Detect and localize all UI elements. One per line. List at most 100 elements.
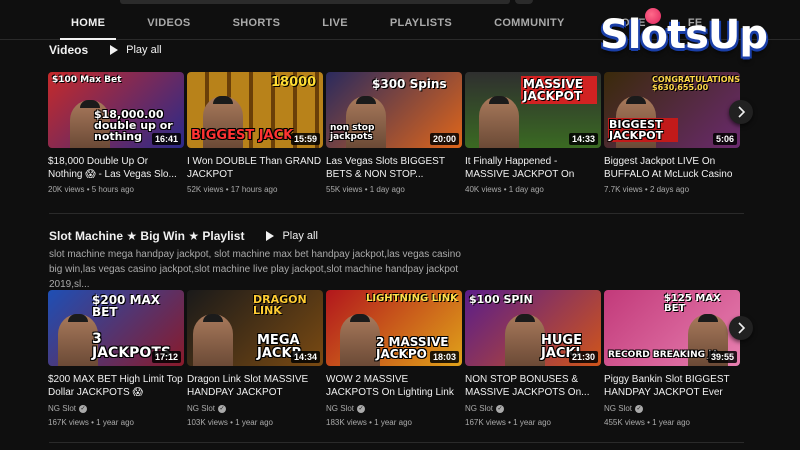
video-duration: 14:33 [568, 133, 598, 145]
video-duration: 15:59 [290, 133, 320, 145]
video-duration: 5:06 [712, 133, 737, 145]
video-duration: 16:41 [151, 133, 181, 145]
video-card[interactable]: $200 MAX BET 3 JACKPOTS 17:12 $200 MAX B… [48, 290, 184, 428]
upload-age: 1 day ago [508, 185, 544, 194]
play-all-label: Play all [282, 230, 318, 242]
view-count: 167K views [465, 418, 506, 427]
video-meta: 7.7K views • 2 days ago [604, 185, 690, 194]
streamer-figure [505, 314, 545, 366]
video-thumbnail[interactable]: $200 MAX BET 3 JACKPOTS 17:12 [48, 290, 184, 366]
streamer-figure [479, 96, 519, 148]
slotsup-logo: SlotsUp [600, 8, 790, 68]
video-card[interactable]: 18000 BIGGEST JACK 15:59 I Won DOUBLE Th… [187, 72, 323, 195]
video-card[interactable]: MASSIVE JACKPOT 14:33 It Finally Happene… [465, 72, 601, 195]
video-duration: 14:34 [290, 351, 320, 363]
view-count: 183K views [326, 418, 367, 427]
video-title[interactable]: NON STOP BONUSES & MASSIVE JACKPOTS On..… [465, 373, 601, 399]
video-title[interactable]: Biggest Jackpot LIVE On BUFFALO At McLuc… [604, 155, 740, 181]
tab-shorts[interactable]: SHORTS [212, 0, 302, 40]
play-all-button[interactable]: Play all [110, 44, 162, 56]
video-title[interactable]: I Won DOUBLE Than GRAND JACKPOT [187, 155, 323, 181]
play-all-button[interactable]: Play all [266, 230, 318, 242]
next-videos-button[interactable] [729, 100, 753, 124]
next-playlist-button[interactable] [729, 316, 753, 340]
tab-live[interactable]: LIVE [301, 0, 369, 40]
video-duration: 21:30 [568, 351, 598, 363]
section-divider [49, 442, 744, 443]
view-count: 103K views [187, 418, 228, 427]
upload-age: 1 day ago [369, 185, 405, 194]
tab-playlists[interactable]: PLAYLISTS [369, 0, 473, 40]
video-thumbnail[interactable]: LIGHTNING LINK 2 MASSIVE JACKPO 18:03 [326, 290, 462, 366]
channel-name[interactable]: NG Slot ✓ [465, 403, 601, 414]
video-meta: 55K views • 1 day ago [326, 185, 405, 194]
video-card[interactable]: $125 MAX BET RECORD BREAKING JA 39:55 Pi… [604, 290, 740, 428]
thumb-top-text: $100 Max Bet [52, 75, 122, 85]
video-card[interactable]: $100 Max Bet $18,000.00 double up or not… [48, 72, 184, 195]
video-thumbnail[interactable]: $100 SPIN HUGE JACKI 21:30 [465, 290, 601, 366]
chevron-right-icon [738, 322, 746, 334]
video-meta: 52K views • 17 hours ago [187, 185, 278, 194]
video-card[interactable]: DRAGON LINK MEGA JACKP 14:34 Dragon Link… [187, 290, 323, 428]
thumb-big-text: BIGGEST JACKPOT [608, 118, 678, 142]
video-thumbnail[interactable]: $300 Spins non stop jackpots 20:00 [326, 72, 462, 148]
channel-label: NG Slot [465, 404, 494, 413]
streamer-figure [340, 314, 380, 366]
channel-name[interactable]: NG Slot ✓ [604, 403, 740, 414]
logo-text: SlotsUp [600, 12, 768, 58]
video-meta: 167K views • 1 year ago [465, 418, 551, 427]
video-thumbnail[interactable]: DRAGON LINK MEGA JACKP 14:34 [187, 290, 323, 366]
streamer-figure [193, 314, 233, 366]
video-duration: 39:55 [707, 351, 737, 363]
channel-name[interactable]: NG Slot ✓ [326, 403, 462, 414]
video-thumbnail[interactable]: 18000 BIGGEST JACK 15:59 [187, 72, 323, 148]
channel-label: NG Slot [604, 404, 633, 413]
video-meta: 167K views • 1 year ago [48, 418, 134, 427]
tab-home[interactable]: HOME [50, 0, 126, 40]
view-count: 20K views [48, 185, 85, 194]
tab-videos[interactable]: VIDEOS [126, 0, 211, 40]
video-card[interactable]: CONGRATULATIONS $630,655.00 BIGGEST JACK… [604, 72, 740, 195]
upload-age: 5 hours ago [91, 185, 134, 194]
view-count: 52K views [187, 185, 224, 194]
play-icon [110, 45, 119, 55]
view-count: 55K views [326, 185, 363, 194]
video-thumbnail[interactable]: $100 Max Bet $18,000.00 double up or not… [48, 72, 184, 148]
video-row-videos: $100 Max Bet $18,000.00 double up or not… [48, 72, 740, 195]
section-title: Slot Machine ★ Big Win ★ Playlist [49, 229, 245, 243]
video-thumbnail[interactable]: MASSIVE JACKPOT 14:33 [465, 72, 601, 148]
video-title[interactable]: WOW 2 MASSIVE JACKPOTS On Lighting Link … [326, 373, 462, 399]
upload-age: 2 days ago [649, 185, 690, 194]
video-thumbnail[interactable]: CONGRATULATIONS $630,655.00 BIGGEST JACK… [604, 72, 740, 148]
view-count: 7.7K views [604, 185, 643, 194]
view-count: 167K views [48, 418, 89, 427]
video-title[interactable]: $18,000 Double Up Or Nothing 😱 - Las Veg… [48, 155, 184, 181]
video-card[interactable]: LIGHTNING LINK 2 MASSIVE JACKPO 18:03 WO… [326, 290, 462, 428]
channel-label: NG Slot [187, 404, 216, 413]
video-title[interactable]: $200 MAX BET High Limit Top Dollar JACKP… [48, 373, 184, 399]
video-meta: 103K views • 1 year ago [187, 418, 273, 427]
thumb-top-text: MASSIVE JACKPOT [521, 76, 597, 104]
channel-name[interactable]: NG Slot ✓ [48, 403, 184, 414]
play-icon [266, 231, 275, 241]
verified-check-icon: ✓ [635, 404, 644, 413]
view-count: 40K views [465, 185, 502, 194]
upload-age: 1 year ago [96, 418, 134, 427]
video-card[interactable]: $100 SPIN HUGE JACKI 21:30 NON STOP BONU… [465, 290, 601, 428]
channel-name[interactable]: NG Slot ✓ [187, 403, 323, 414]
video-title[interactable]: Piggy Bankin Slot BIGGEST HANDPAY JACKPO… [604, 373, 740, 399]
view-count: 455K views [604, 418, 645, 427]
video-title[interactable]: Las Vegas Slots BIGGEST BETS & NON STOP.… [326, 155, 462, 181]
thumb-top-text: $200 MAX BET [92, 293, 161, 319]
video-title[interactable]: It Finally Happened - MASSIVE JACKPOT On… [465, 155, 601, 181]
video-title[interactable]: Dragon Link Slot MASSIVE HANDPAY JACKPOT [187, 373, 323, 399]
thumb-big-text: non stop jackpots [330, 123, 375, 142]
upload-age: 1 year ago [374, 418, 412, 427]
thumb-top-text: LIGHTNING LINK [366, 293, 458, 304]
video-card[interactable]: $300 Spins non stop jackpots 20:00 Las V… [326, 72, 462, 195]
tab-community[interactable]: COMMUNITY [473, 0, 586, 40]
playlist-description: slot machine mega handpay jackpot, slot … [49, 249, 461, 290]
play-all-label: Play all [126, 44, 162, 56]
video-thumbnail[interactable]: $125 MAX BET RECORD BREAKING JA 39:55 [604, 290, 740, 366]
video-duration: 17:12 [151, 351, 181, 363]
